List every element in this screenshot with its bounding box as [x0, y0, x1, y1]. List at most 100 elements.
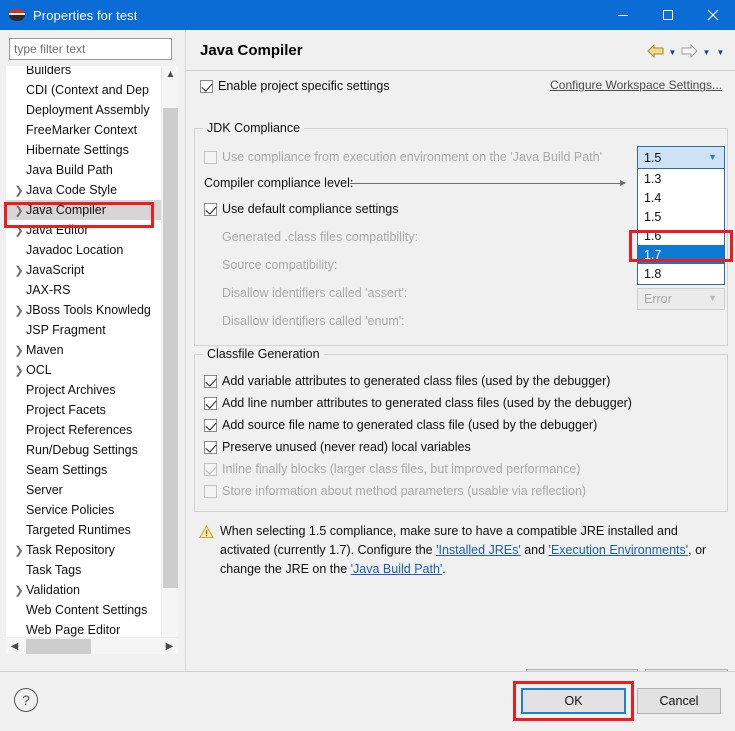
sidebar-item-project-facets[interactable]: Project Facets: [6, 400, 161, 420]
tree-vertical-scrollbar[interactable]: ▲ ▼: [161, 66, 178, 654]
sidebar-item-javadoc-location[interactable]: Javadoc Location: [6, 240, 161, 260]
help-icon[interactable]: ?: [14, 688, 38, 712]
sidebar-item-cdi-context-and-dep[interactable]: CDI (Context and Dep: [6, 80, 161, 100]
close-icon[interactable]: [690, 0, 735, 30]
compliance-option-1-8[interactable]: 1.8: [638, 264, 724, 283]
sidebar-item-label: Java Code Style: [26, 183, 118, 197]
scroll-left-icon[interactable]: ◀: [6, 638, 23, 655]
vertical-scroll-thumb[interactable]: [163, 108, 178, 588]
disallow-enum-row: Disallow identifiers called 'enum':: [204, 311, 405, 331]
sidebar-item-project-archives[interactable]: Project Archives: [6, 380, 161, 400]
scroll-up-icon[interactable]: ▲: [162, 66, 178, 83]
classfile-option-checkbox[interactable]: [204, 440, 217, 454]
sidebar-item-jboss-tools-knowledg[interactable]: ❯ JBoss Tools Knowledg: [6, 300, 161, 320]
forward-dropdown-icon[interactable]: ▼: [701, 46, 712, 60]
header-divider: [186, 70, 735, 71]
use-execution-env-label: Use compliance from execution environmen…: [222, 150, 602, 164]
compliance-level-combo-value: 1.5: [644, 150, 662, 165]
filter-input[interactable]: [9, 38, 172, 60]
chevron-down-icon[interactable]: ▼: [715, 46, 726, 60]
java-build-path-link[interactable]: 'Java Build Path': [351, 562, 443, 576]
sidebar-item-project-references[interactable]: Project References: [6, 420, 161, 440]
chevron-right-icon[interactable]: ❯: [12, 584, 26, 597]
cancel-button[interactable]: Cancel: [637, 688, 721, 714]
sidebar-item-jax-rs[interactable]: JAX-RS: [6, 280, 161, 300]
sidebar-item-java-editor[interactable]: ❯ Java Editor: [6, 220, 161, 240]
generated-class-files-label: Generated .class files compatibility:: [222, 230, 418, 244]
scroll-right-icon[interactable]: ▶: [161, 638, 178, 655]
compliance-option-1-6[interactable]: 1.6: [638, 226, 724, 245]
sidebar-item-label: JBoss Tools Knowledg: [26, 303, 151, 317]
sidebar-item-jsp-fragment[interactable]: JSP Fragment: [6, 320, 161, 340]
window-title: Properties for test: [33, 7, 138, 23]
sidebar-item-server[interactable]: Server: [6, 480, 161, 500]
classfile-option-checkbox[interactable]: [204, 418, 217, 432]
sidebar-item-validation[interactable]: ❯ Validation: [6, 580, 161, 600]
sidebar-item-label: FreeMarker Context: [26, 123, 138, 137]
classfile-option-row[interactable]: Add line number attributes to generated …: [204, 393, 632, 413]
chevron-right-icon[interactable]: ❯: [12, 364, 26, 377]
chevron-right-icon[interactable]: ❯: [12, 204, 26, 217]
sidebar-item-label: Server: [26, 483, 63, 497]
sidebar-item-label: Task Tags: [26, 563, 82, 577]
chevron-down-icon[interactable]: ▼: [708, 152, 717, 162]
enable-project-specific-checkbox[interactable]: [200, 79, 213, 93]
chevron-right-icon[interactable]: ❯: [12, 304, 26, 317]
classfile-option-row[interactable]: Preserve unused (never read) local varia…: [204, 437, 471, 457]
maximize-icon[interactable]: [645, 0, 690, 30]
sidebar-item-maven[interactable]: ❯ Maven: [6, 340, 161, 360]
ok-button[interactable]: OK: [521, 688, 626, 714]
compliance-level-combo[interactable]: 1.5 ▼: [637, 146, 725, 169]
minimize-icon[interactable]: [600, 0, 645, 30]
sidebar-item-deployment-assembly[interactable]: Deployment Assembly: [6, 100, 161, 120]
sidebar-item-javascript[interactable]: ❯ JavaScript: [6, 260, 161, 280]
sidebar-item-ocl[interactable]: ❯ OCL: [6, 360, 161, 380]
sidebar-item-builders[interactable]: Builders: [6, 66, 161, 80]
classfile-option-checkbox[interactable]: [204, 396, 217, 410]
back-arrow-icon[interactable]: [647, 43, 664, 61]
installed-jres-link[interactable]: 'Installed JREs': [436, 543, 521, 557]
sidebar-item-java-code-style[interactable]: ❯ Java Code Style: [6, 180, 161, 200]
horizontal-scroll-thumb[interactable]: [26, 639, 91, 654]
sidebar-item-seam-settings[interactable]: Seam Settings: [6, 460, 161, 480]
compliance-level-dropdown-list[interactable]: 1.3 1.4 1.5 1.6 1.7 1.8: [637, 169, 725, 285]
compliance-level-label: Compiler compliance level:: [204, 176, 354, 190]
classfile-option-label: Add variable attributes to generated cla…: [222, 374, 611, 388]
classfile-option-checkbox[interactable]: [204, 374, 217, 388]
sidebar-item-web-content-settings[interactable]: Web Content Settings: [6, 600, 161, 620]
sidebar-item-hibernate-settings[interactable]: Hibernate Settings: [6, 140, 161, 160]
sidebar-item-service-policies[interactable]: Service Policies: [6, 500, 161, 520]
settings-tree[interactable]: Builders CDI (Context and Dep Deployment A…: [6, 66, 178, 654]
use-execution-env-row[interactable]: Use compliance from execution environmen…: [204, 147, 602, 167]
execution-environments-link[interactable]: 'Execution Environments': [549, 543, 689, 557]
compliance-option-1-5[interactable]: 1.5: [638, 207, 724, 226]
sidebar-item-task-repository[interactable]: ❯ Task Repository: [6, 540, 161, 560]
sidebar-item-task-tags[interactable]: Task Tags: [6, 560, 161, 580]
configure-workspace-settings-link[interactable]: Configure Workspace Settings...: [550, 78, 722, 92]
warning-part4: .: [442, 562, 446, 576]
enable-project-specific-row[interactable]: Enable project specific settings Configu…: [200, 76, 722, 96]
title-bar: Properties for test: [0, 0, 735, 30]
use-default-settings-row[interactable]: Use default compliance settings: [204, 199, 398, 219]
sidebar: Builders CDI (Context and Dep Deployment A…: [0, 30, 185, 671]
classfile-option-row[interactable]: Add source file name to generated class …: [204, 415, 597, 435]
chevron-right-icon[interactable]: ❯: [12, 344, 26, 357]
chevron-right-icon[interactable]: ❯: [12, 544, 26, 557]
classfile-option-row[interactable]: Add variable attributes to generated cla…: [204, 371, 610, 391]
compliance-option-1-7[interactable]: 1.7: [638, 245, 724, 264]
chevron-right-icon[interactable]: ❯: [12, 184, 26, 197]
tree-horizontal-scrollbar[interactable]: ◀ ▶: [6, 637, 178, 654]
use-default-settings-checkbox[interactable]: [204, 202, 217, 216]
sidebar-item-java-build-path[interactable]: Java Build Path: [6, 160, 161, 180]
sidebar-item-freemarker-context[interactable]: FreeMarker Context: [6, 120, 161, 140]
compliance-option-1-4[interactable]: 1.4: [638, 188, 724, 207]
compliance-leader-arrow: [350, 180, 626, 186]
sidebar-item-java-compiler[interactable]: ❯ Java Compiler: [6, 200, 161, 220]
sidebar-item-run-debug-settings[interactable]: Run/Debug Settings: [6, 440, 161, 460]
compliance-option-1-3[interactable]: 1.3: [638, 169, 724, 188]
chevron-right-icon[interactable]: ❯: [12, 224, 26, 237]
chevron-right-icon[interactable]: ❯: [12, 264, 26, 277]
back-dropdown-icon[interactable]: ▼: [667, 46, 678, 60]
sidebar-item-targeted-runtimes[interactable]: Targeted Runtimes: [6, 520, 161, 540]
forward-arrow-icon[interactable]: [681, 43, 698, 61]
